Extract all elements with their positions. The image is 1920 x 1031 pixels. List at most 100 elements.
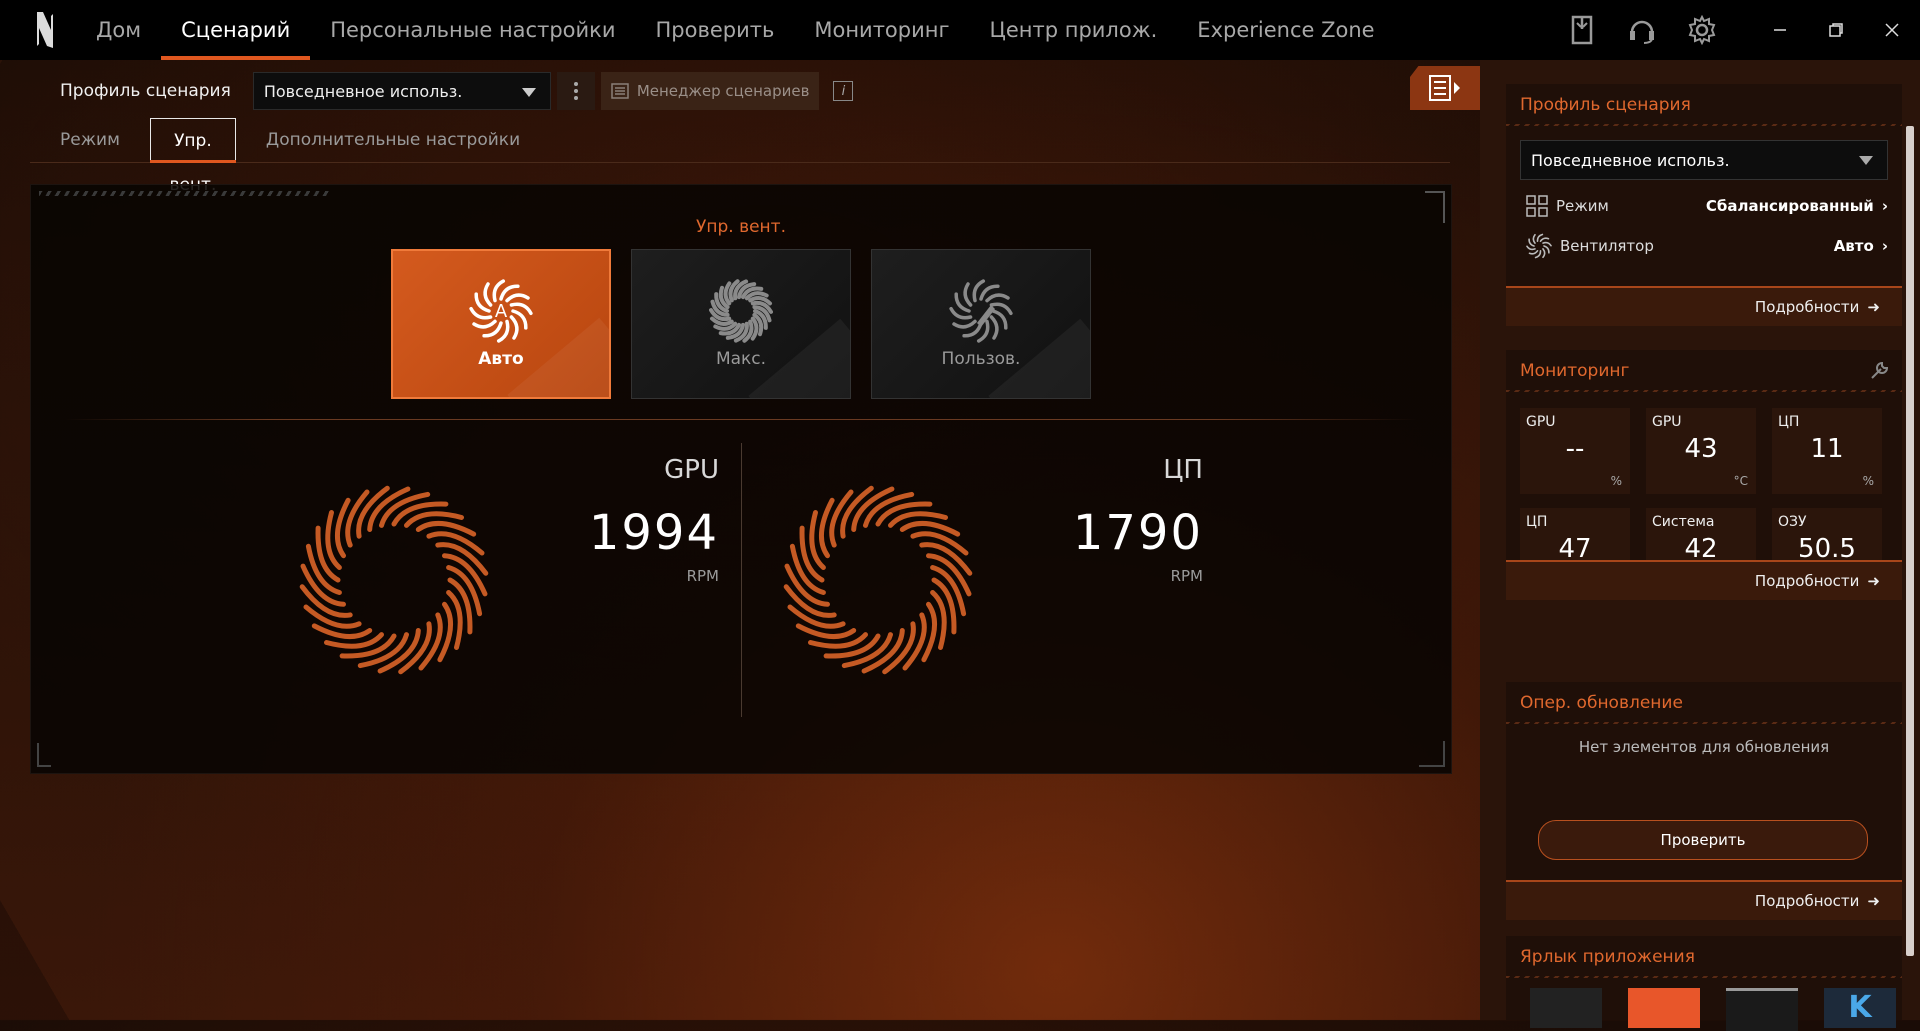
fan-label: Вентилятор: [1560, 237, 1654, 255]
main-nav: Дом Сценарий Персональные настройки Пров…: [76, 0, 1395, 60]
gpu-fan-block: GPU 1994 RPM: [299, 455, 719, 685]
details-label: Подробности: [1754, 892, 1860, 910]
nav-personal-settings[interactable]: Персональные настройки: [310, 0, 635, 60]
arrow-right-icon: ➜: [1867, 298, 1880, 316]
nav-experience-zone[interactable]: Experience Zone: [1177, 0, 1394, 60]
scenario-subtabs: Режим Упр. вент. Дополнительные настройк…: [30, 118, 1450, 195]
close-window-button[interactable]: [1864, 0, 1920, 60]
check-updates-button[interactable]: Проверить: [1538, 820, 1868, 860]
headset-support-icon[interactable]: [1612, 0, 1672, 60]
scenario-profile-label: Профиль сценария: [60, 81, 231, 101]
gray-app-icon[interactable]: [1726, 988, 1798, 1031]
nav-home[interactable]: Дом: [76, 0, 161, 60]
gpu-fan-icon: [299, 485, 489, 675]
gpu-fan-rpm: 1994: [588, 505, 719, 561]
more-options-button[interactable]: [556, 72, 595, 110]
device-icon[interactable]: [1552, 0, 1612, 60]
fan-mode-auto-button[interactable]: A Авто: [391, 249, 611, 399]
tab-mode[interactable]: Режим: [30, 118, 150, 162]
fan-value: Авто: [1833, 237, 1874, 255]
mode-label: Режим: [1556, 197, 1609, 215]
shortcut-card-title: Ярлык приложения: [1506, 936, 1902, 978]
panel-corner-decoration: [39, 191, 329, 196]
mode-grid-icon: [1526, 195, 1548, 217]
auto-fan-icon: A: [469, 279, 533, 343]
monitoring-details-button[interactable]: Подробности ➜: [1506, 560, 1902, 600]
app-shortcut-card: Ярлык приложения K: [1506, 936, 1902, 1031]
dropdown-arrow-icon: [521, 88, 536, 97]
nav-scenario[interactable]: Сценарий: [161, 0, 311, 60]
nav-app-center[interactable]: Центр прилож.: [970, 0, 1178, 60]
chevron-right-icon: ›: [1881, 237, 1888, 255]
section-divider: [65, 419, 1417, 420]
check-updates-label: Проверить: [1660, 831, 1746, 849]
monitor-tile-gpu-temp: GPU 43 °C: [1646, 408, 1756, 494]
fan-control-title: Упр. вент.: [696, 217, 786, 237]
restore-window-button[interactable]: [1808, 0, 1864, 60]
collapse-panel-icon: [1429, 75, 1460, 101]
panel-corner-decoration: [1419, 741, 1445, 767]
wrench-icon[interactable]: [1870, 360, 1890, 384]
arrow-right-icon: ➜: [1867, 572, 1880, 590]
update-card-title: Опер. обновление: [1506, 682, 1902, 724]
sidebar-toggle-button[interactable]: [1410, 66, 1480, 110]
mode-value: Сбалансированный: [1705, 197, 1874, 215]
tab-fan-control-label: Упр. вент.: [149, 118, 236, 195]
sidebar-scenario-selected: Повседневное использ.: [1531, 150, 1730, 170]
monitoring-card-title: Мониторинг: [1506, 350, 1902, 392]
scenario-profile-row: Профиль сценария Повседневное использ. М…: [60, 72, 854, 110]
scenario-manager-button[interactable]: Менеджер сценариев: [600, 72, 820, 110]
nvidia-app-icon[interactable]: [1530, 988, 1602, 1028]
scenario-profile-dropdown[interactable]: Повседневное использ.: [252, 72, 551, 110]
sidebar-scrollbar[interactable]: [1906, 126, 1914, 956]
arrow-right-icon: ➜: [1867, 892, 1880, 910]
monitor-tile-gpu-usage: GPU -- %: [1520, 408, 1630, 494]
gpu-fan-name: GPU: [664, 455, 719, 485]
fan-mode-cards: A Авто Макс. Пользов.: [391, 249, 1091, 399]
settings-gear-icon[interactable]: [1672, 0, 1732, 60]
fan-row[interactable]: Вентилятор Авто ›: [1506, 226, 1902, 266]
mode-row[interactable]: Режим Сбалансированный ›: [1506, 186, 1902, 226]
scenario-profile-card: Профиль сценария Повседневное использ. Р…: [1506, 84, 1902, 326]
cpu-fan-icon: [783, 485, 973, 675]
orange-app-icon[interactable]: [1628, 988, 1700, 1028]
scenario-profile-selected: Повседневное использ.: [263, 81, 463, 101]
fan-divider: [741, 443, 742, 717]
sidebar-scenario-dropdown[interactable]: Повседневное использ.: [1520, 140, 1888, 180]
tab-fan-control[interactable]: Упр. вент.: [149, 118, 236, 195]
details-label: Подробности: [1754, 572, 1860, 590]
nav-check[interactable]: Проверить: [636, 0, 795, 60]
scenario-manager-label: Менеджер сценариев: [636, 82, 810, 100]
no-updates-message: Нет элементов для обновления: [1578, 738, 1830, 756]
top-right-icons: [1552, 0, 1920, 60]
cpu-fan-name: ЦП: [1163, 455, 1203, 485]
minimize-window-button[interactable]: [1752, 0, 1808, 60]
max-fan-icon: [709, 279, 773, 343]
fan-mode-custom-button[interactable]: Пользов.: [871, 249, 1091, 399]
svg-text:A: A: [495, 301, 508, 322]
nav-monitoring[interactable]: Мониторинг: [794, 0, 969, 60]
chevron-right-icon: ›: [1881, 197, 1888, 215]
info-icon[interactable]: i: [833, 81, 854, 101]
cpu-fan-block: ЦП 1790 RPM: [783, 455, 1203, 685]
fan-mode-max-label: Макс.: [715, 349, 767, 369]
tab-advanced-settings[interactable]: Дополнительные настройки: [236, 118, 550, 162]
update-details-button[interactable]: Подробности ➜: [1506, 880, 1902, 920]
predator-logo-icon: [22, 0, 68, 60]
monitoring-card: Мониторинг GPU -- % GPU 43 °C ЦП 11 % ЦП: [1506, 350, 1902, 600]
dropdown-arrow-icon: [1859, 156, 1873, 165]
cpu-fan-rpm: 1790: [1072, 505, 1203, 561]
k-app-icon[interactable]: K: [1824, 988, 1896, 1028]
scenario-details-button[interactable]: Подробности ➜: [1506, 286, 1902, 326]
fan-control-panel: Упр. вент. A Авто Макс. Пользов. GPU 199…: [30, 184, 1452, 774]
scenario-card-title: Профиль сценария: [1506, 84, 1902, 126]
panel-corner-decoration: [37, 743, 51, 767]
gpu-fan-unit: RPM: [686, 567, 719, 585]
fan-mode-max-button[interactable]: Макс.: [631, 249, 851, 399]
cpu-fan-unit: RPM: [1170, 567, 1203, 585]
app-shortcut-list: K: [1530, 988, 1896, 1031]
fan-mode-auto-label: Авто: [478, 349, 524, 369]
custom-fan-icon: [949, 279, 1013, 343]
live-update-card: Опер. обновление Нет элементов для обнов…: [1506, 682, 1902, 920]
right-sidebar: Профиль сценария Повседневное использ. Р…: [1480, 60, 1920, 1031]
